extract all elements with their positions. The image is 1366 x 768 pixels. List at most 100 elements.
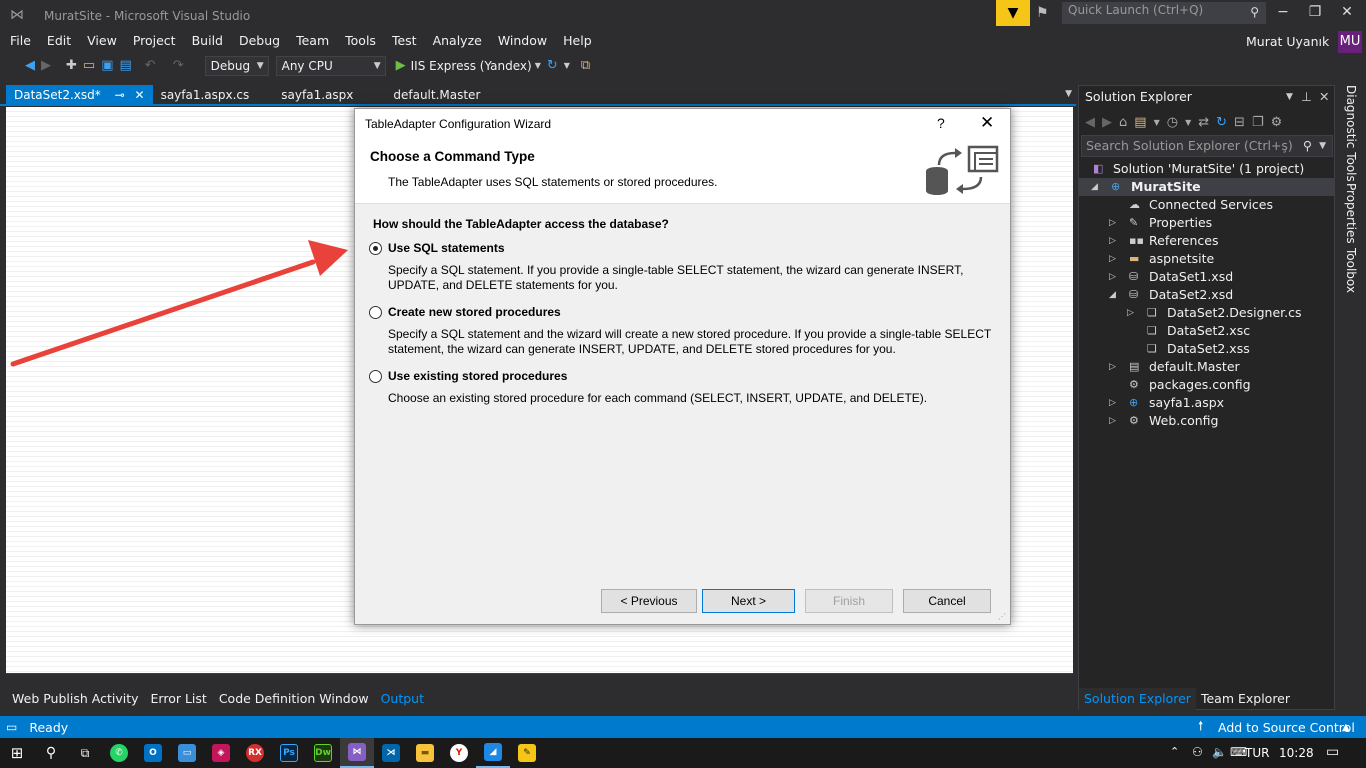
tab-error-list[interactable]: Error List <box>145 688 213 710</box>
pending-changes-filter-icon[interactable]: ◷ <box>1167 115 1178 130</box>
whatsapp-app[interactable]: ✆ <box>102 738 136 768</box>
visual-studio-app[interactable]: ⋈ <box>340 738 374 768</box>
tab-solution-explorer[interactable]: Solution Explorer <box>1079 688 1196 710</box>
collapsed-arrow-icon[interactable]: ▷ <box>1109 268 1116 286</box>
menu-window[interactable]: Window <box>490 31 555 53</box>
tree-node-default-master[interactable]: ▷ ▤ default.Master <box>1079 358 1334 376</box>
expanded-arrow-icon[interactable]: ◢ <box>1091 178 1098 196</box>
remote-desktop-app[interactable]: ▭ <box>170 738 204 768</box>
search-taskbar-button[interactable]: ⚲ <box>34 738 68 768</box>
save-icon[interactable]: ▣ <box>101 58 113 73</box>
collapsed-arrow-icon[interactable]: ▷ <box>1109 412 1116 430</box>
tree-node-web-config[interactable]: ▷ ⚙ Web.config <box>1079 412 1334 430</box>
close-button[interactable]: ✕ <box>1334 4 1360 20</box>
show-all-files-icon[interactable]: ❐ <box>1252 115 1264 130</box>
solution-platform-select[interactable]: Any CPU ▼ <box>275 55 386 76</box>
close-icon[interactable]: ✕ <box>1319 86 1329 108</box>
browser-link-icon[interactable]: ⧉ <box>581 58 590 73</box>
home-icon[interactable]: ⌂ <box>1119 115 1127 130</box>
forward-icon[interactable]: ▶ <box>1102 115 1112 130</box>
menu-analyze[interactable]: Analyze <box>425 31 490 53</box>
collapsed-arrow-icon[interactable]: ▷ <box>1109 358 1116 376</box>
tab-output[interactable]: Output <box>375 688 430 710</box>
undo-icon[interactable]: ↶ <box>145 58 156 73</box>
tree-node-properties[interactable]: ▷ ✎ Properties <box>1079 214 1334 232</box>
back-icon[interactable]: ◀ <box>1085 115 1095 130</box>
tree-node-sayfa1-aspx[interactable]: ▷ ⊕ sayfa1.aspx <box>1079 394 1334 412</box>
radio-use-sql-statements[interactable] <box>369 242 382 255</box>
tree-node-project[interactable]: ◢ ⊕ MuratSite <box>1079 178 1334 196</box>
network-icon[interactable]: ⚇ <box>1192 745 1203 759</box>
tab-sayfa1-aspx[interactable]: sayfa1.aspx <box>273 85 361 106</box>
tree-node-dataset1-xsd[interactable]: ▷ ⛁ DataSet1.xsd <box>1079 268 1334 286</box>
cancel-button[interactable]: Cancel <box>903 589 991 613</box>
close-icon[interactable]: ✕ <box>135 88 145 102</box>
quick-launch-input[interactable]: Quick Launch (Ctrl+Q) ⚲ <box>1062 2 1266 24</box>
solution-config-select[interactable]: Debug ▼ <box>204 55 269 76</box>
menu-tools[interactable]: Tools <box>337 31 384 53</box>
rx-app[interactable]: RX <box>238 738 272 768</box>
tab-properties[interactable]: Properties <box>1344 183 1358 244</box>
vscode-app[interactable]: ⋊ <box>374 738 408 768</box>
chevron-down-icon[interactable]: ▼ <box>1185 118 1191 127</box>
chevron-down-icon[interactable]: ▼ <box>535 61 541 70</box>
tree-node-aspnetsite[interactable]: ▷ ▬ aspnetsite <box>1079 250 1334 268</box>
clock[interactable]: 10:28 <box>1279 746 1314 760</box>
tab-web-publish-activity[interactable]: Web Publish Activity <box>6 688 145 710</box>
back-icon[interactable]: ◀ <box>25 58 35 73</box>
tree-node-packages-config[interactable]: ⚙ packages.config <box>1079 376 1334 394</box>
chevron-up-icon[interactable]: ⌃ <box>1170 745 1179 758</box>
menu-debug[interactable]: Debug <box>231 31 288 53</box>
menu-file[interactable]: File <box>0 31 39 53</box>
tree-node-dataset2-xsc[interactable]: ❏ DataSet2.xsc <box>1079 322 1334 340</box>
option-use-existing-procedures[interactable]: Use existing stored procedures Choose an… <box>369 369 999 409</box>
tree-node-references[interactable]: ▷ ▪▪ References <box>1079 232 1334 250</box>
tree-node-connected-services[interactable]: ☁ Connected Services <box>1079 196 1334 214</box>
resize-grip-icon[interactable]: ⋰ <box>998 612 1006 621</box>
menu-test[interactable]: Test <box>384 31 425 53</box>
tab-team-explorer[interactable]: Team Explorer <box>1196 688 1295 710</box>
notification-filter-icon[interactable]: ▼ <box>996 0 1030 26</box>
collapsed-arrow-icon[interactable]: ▷ <box>1109 232 1116 250</box>
chevron-up-icon[interactable]: ▲ <box>1342 722 1350 733</box>
open-file-icon[interactable]: ▭ <box>83 58 95 73</box>
menu-view[interactable]: View <box>79 31 125 53</box>
redo-icon[interactable]: ↷ <box>173 58 184 73</box>
paint-app[interactable]: ◈ <box>204 738 238 768</box>
collapsed-arrow-icon[interactable]: ▷ <box>1109 394 1116 412</box>
expanded-arrow-icon[interactable]: ◢ <box>1109 286 1116 304</box>
run-target-label[interactable]: IIS Express (Yandex) <box>411 59 532 73</box>
menu-project[interactable]: Project <box>125 31 184 53</box>
save-all-icon[interactable]: ▤ <box>120 58 132 73</box>
app-misc[interactable]: ✎ <box>510 738 544 768</box>
avatar[interactable]: MU <box>1338 31 1362 53</box>
menu-build[interactable]: Build <box>184 31 231 53</box>
switch-views-icon[interactable]: ▤ <box>1134 115 1146 130</box>
option-use-sql-statements[interactable]: Use SQL statements Specify a SQL stateme… <box>369 241 999 296</box>
tree-node-dataset2-xsd[interactable]: ◢ ⛁ DataSet2.xsd <box>1079 286 1334 304</box>
tab-sayfa1-aspx-cs[interactable]: sayfa1.aspx.cs <box>153 85 258 106</box>
finish-button[interactable]: Finish <box>805 589 893 613</box>
maximize-button[interactable]: ❐ <box>1302 4 1328 20</box>
yandex-browser-app[interactable]: Y <box>442 738 476 768</box>
pin-icon[interactable]: ⊸ <box>115 88 125 102</box>
option-create-stored-procedures[interactable]: Create new stored procedures Specify a S… <box>369 305 999 360</box>
tab-diagnostic-tools[interactable]: Diagnostic Tools <box>1344 85 1358 182</box>
help-button[interactable]: ? <box>937 115 945 131</box>
chevron-down-icon[interactable]: ▼ <box>564 61 570 70</box>
next-button[interactable]: Next > <box>702 589 795 613</box>
radio-use-existing-procedures[interactable] <box>369 370 382 383</box>
sync-icon[interactable]: ⇄ <box>1198 115 1209 130</box>
tab-overflow-icon[interactable]: ▼ <box>1065 89 1072 99</box>
user-name[interactable]: Murat Uyanık <box>1246 34 1329 49</box>
menu-edit[interactable]: Edit <box>39 31 79 53</box>
task-view-button[interactable]: ⧉ <box>68 738 102 768</box>
refresh-browser-icon[interactable]: ↻ <box>547 58 558 73</box>
menu-team[interactable]: Team <box>288 31 337 53</box>
feedback-icon[interactable]: ⚑ <box>1036 5 1049 21</box>
add-to-source-control-button[interactable]: Add to Source Control <box>1218 720 1355 735</box>
collapsed-arrow-icon[interactable]: ▷ <box>1127 304 1134 322</box>
wrench-icon[interactable]: ⚙ <box>1271 115 1283 130</box>
refresh-icon[interactable]: ↻ <box>1216 115 1227 130</box>
solution-search-input[interactable]: Search Solution Explorer (Ctrl+ş) ⚲ ▼ <box>1081 135 1333 157</box>
